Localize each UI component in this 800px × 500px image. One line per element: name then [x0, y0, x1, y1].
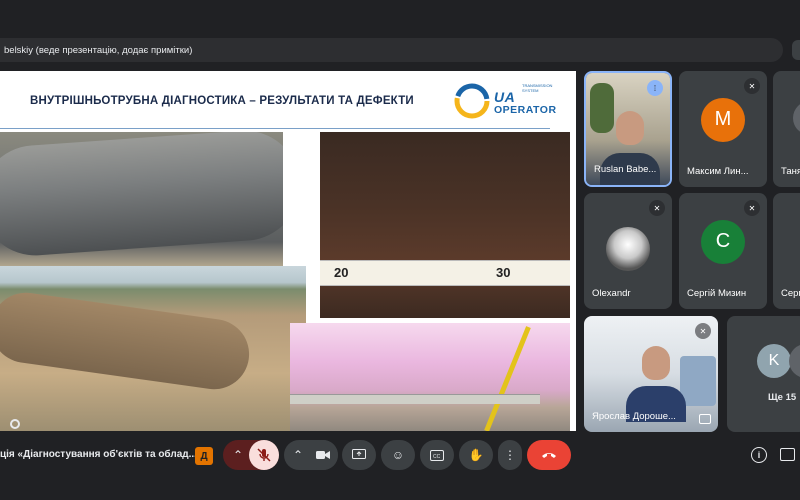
logo-tagline: TRANSMISSION SYSTEM: [522, 83, 553, 93]
participant-tile[interactable]: ✕ Olexandr: [584, 193, 672, 309]
avatar: [606, 227, 650, 271]
chevron-up-icon[interactable]: ⌃: [233, 448, 243, 462]
avatar: М: [701, 97, 745, 142]
more-participants-label: Ще 15: [768, 392, 797, 403]
logo-ua: UA: [494, 89, 516, 105]
measuring-ruler: 20 30: [320, 260, 570, 286]
present-screen-icon[interactable]: [342, 440, 376, 470]
emoji-icon[interactable]: ☺: [381, 440, 415, 470]
info-icon[interactable]: i: [751, 447, 767, 463]
meeting-title: ція «Діагностування об'єктів та облад...: [0, 449, 197, 460]
presenting-text: belskiy (веде презентацію, додає примітк…: [4, 44, 193, 56]
participant-name: Серг: [781, 288, 800, 299]
participant-name: Olexandr: [592, 288, 631, 299]
mic-off-icon[interactable]: [249, 440, 279, 470]
participant-tile[interactable]: Серг: [773, 193, 800, 309]
participant-name: Таня: [781, 166, 800, 177]
speaking-indicator-icon: ⁞: [647, 80, 663, 96]
mic-off-icon: ✕: [649, 200, 665, 216]
avatar: С: [701, 219, 745, 264]
panel-toggle-button[interactable]: [792, 40, 800, 60]
defect-closeup-photo: [290, 323, 570, 431]
more-participants-tile[interactable]: K Ще 15: [727, 316, 800, 432]
corrosion-closeup-photo: 20 30: [320, 132, 570, 318]
participant-name: Максим Лин...: [687, 166, 749, 177]
participant-name: Ruslan Babe...: [594, 164, 657, 175]
captions-icon[interactable]: CC: [420, 440, 454, 470]
logo-operator: OPERATOR: [494, 104, 557, 116]
end-call-icon[interactable]: [527, 440, 571, 470]
mic-off-icon: ✕: [744, 78, 760, 94]
mic-off-icon: ✕: [695, 323, 711, 339]
slide-title: ВНУТРІШНЬОТРУБНА ДІАГНОСТИКА – РЕЗУЛЬТАТ…: [30, 95, 414, 107]
slide-indicator-icon: [10, 419, 20, 429]
participant-tile[interactable]: ⁞ Ruslan Babe...: [584, 71, 672, 187]
camera-icon[interactable]: [308, 440, 338, 470]
participant-name: Ярослав Дороше...: [592, 411, 676, 422]
participant-tile[interactable]: Таня: [773, 71, 800, 187]
ua-operator-logo: TRANSMISSION SYSTEM UA OPERATOR: [452, 79, 562, 123]
slide-divider: [0, 128, 550, 129]
ruler-label: 20: [334, 265, 349, 280]
shared-presentation: ВНУТРІШНЬОТРУБНА ДІАГНОСТИКА – РЕЗУЛЬТАТ…: [0, 71, 576, 431]
presentation-icon[interactable]: Д: [195, 447, 213, 465]
raise-hand-icon[interactable]: ✋: [459, 440, 493, 470]
participant-tile[interactable]: С ✕ Сергій Мизин: [679, 193, 767, 309]
participant-tile[interactable]: ✕ Ярослав Дороше...: [584, 316, 718, 432]
svg-text:CC: CC: [433, 454, 441, 460]
ruler-label: 30: [496, 265, 511, 280]
avatar: K: [757, 344, 791, 378]
excavation-photo: [0, 266, 306, 431]
pin-icon[interactable]: [699, 414, 711, 424]
presenting-banner: belskiy (веде презентацію, додає примітк…: [0, 38, 783, 62]
more-options-icon[interactable]: ⋮: [498, 440, 522, 470]
participant-tile[interactable]: М ✕ Максим Лин...: [679, 71, 767, 187]
mic-off-icon: ✕: [744, 200, 760, 216]
logo-swirl-icon: [454, 83, 490, 119]
participant-name: Сергій Мизин: [687, 288, 747, 299]
chat-icon[interactable]: [780, 448, 795, 461]
chevron-up-icon[interactable]: ⌃: [293, 448, 303, 462]
